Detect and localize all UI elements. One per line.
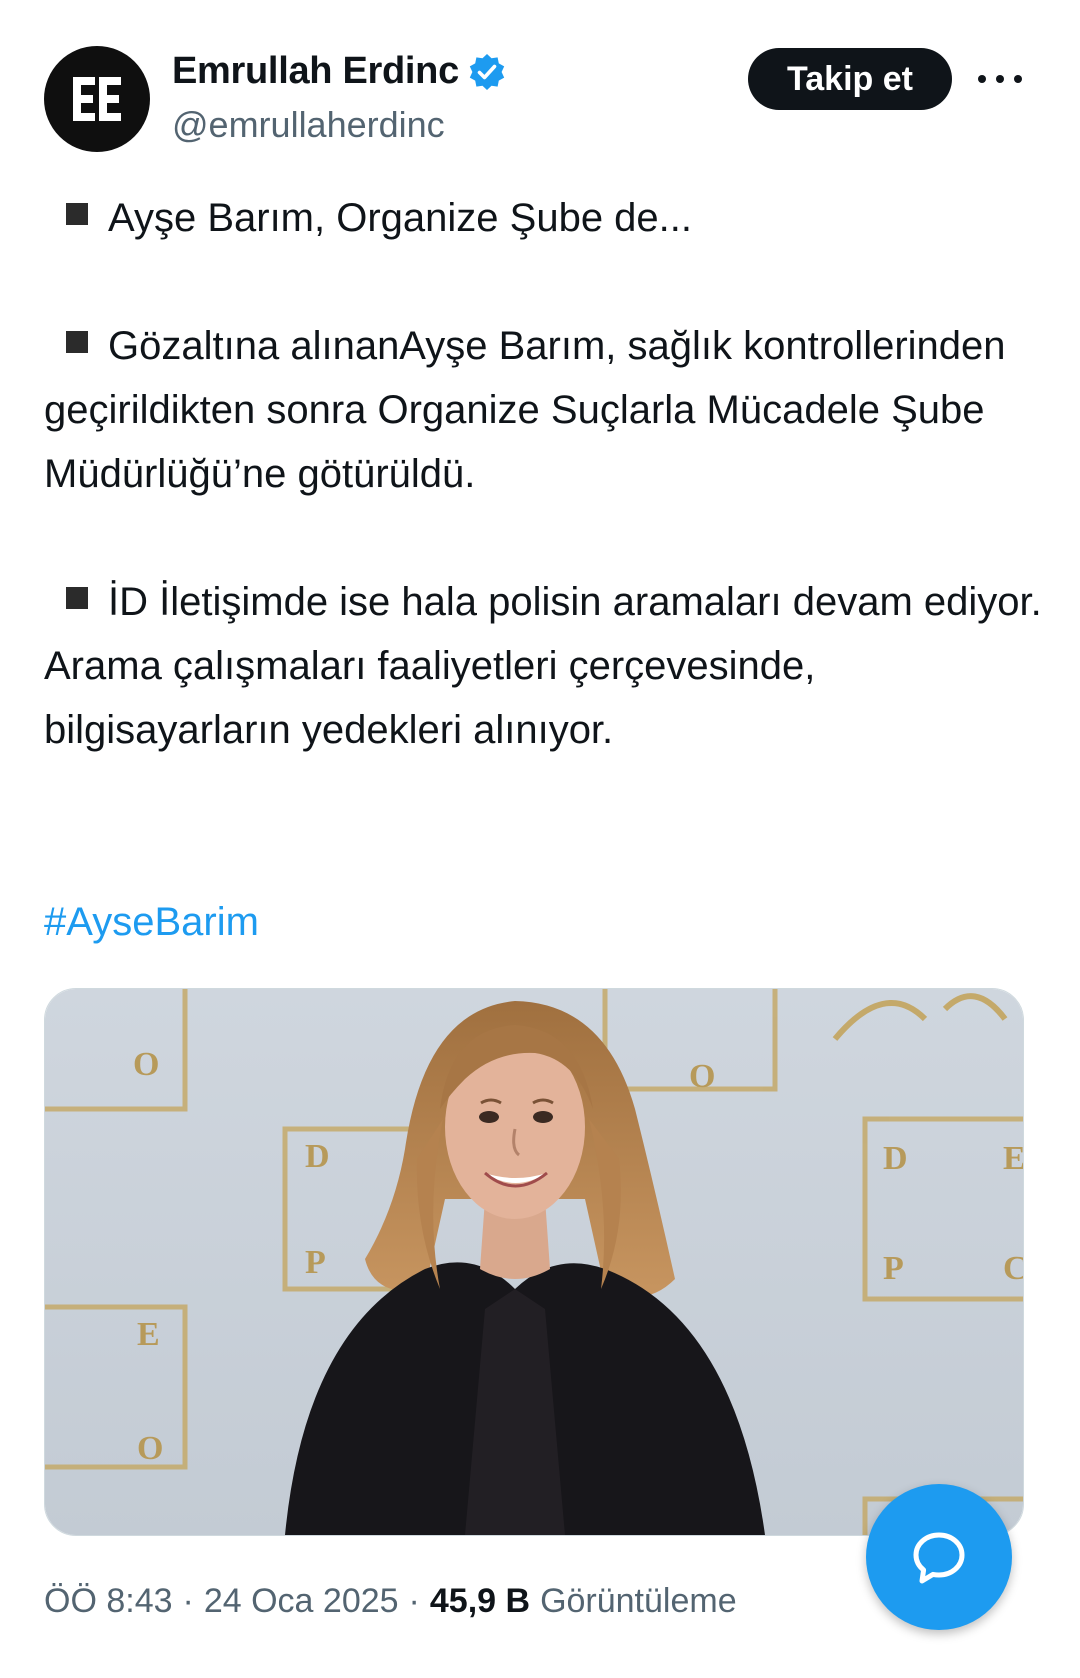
meta-separator: · <box>182 1582 194 1620</box>
more-dot <box>1014 75 1022 83</box>
tweet-text: Ayşe Barım, Organize Şube de... Gözaltın… <box>44 186 1044 826</box>
tweet-paragraph-text: Ayşe Barım, Organize Şube de... <box>108 196 693 240</box>
svg-text:P: P <box>883 1250 904 1287</box>
tweet-date[interactable]: 24 Oca 2025 <box>204 1582 399 1621</box>
tweet-paragraph: Ayşe Barım, Organize Şube de... <box>44 186 1044 250</box>
ee-logo-icon <box>73 77 121 121</box>
more-dot <box>996 75 1004 83</box>
svg-text:E: E <box>137 1316 160 1353</box>
square-bullet-icon <box>66 587 88 609</box>
compose-reply-icon <box>913 1532 965 1584</box>
svg-text:O: O <box>137 1430 163 1467</box>
svg-text:C: C <box>1003 1250 1023 1287</box>
tweet-paragraph: İD İletişimde ise hala polisin aramaları… <box>44 570 1044 762</box>
svg-text:D: D <box>305 1138 330 1175</box>
author-avatar[interactable] <box>44 46 150 152</box>
meta-separator: · <box>408 1582 420 1620</box>
author-name-row: Emrullah Erdinc <box>172 50 507 93</box>
author-name[interactable]: Emrullah Erdinc <box>172 50 459 93</box>
square-bullet-icon <box>66 331 88 353</box>
svg-text:O: O <box>133 1046 159 1083</box>
tweet-time[interactable]: ÖÖ 8:43 <box>44 1582 173 1621</box>
views-count: 45,9 B <box>429 1582 531 1620</box>
svg-text:D: D <box>883 1140 908 1177</box>
more-dot <box>978 75 986 83</box>
tweet-paragraph: Gözaltına alınanAyşe Barım, sağlık kontr… <box>44 314 1044 506</box>
svg-text:E: E <box>1003 1140 1023 1177</box>
tweet-paragraph-text: Gözaltına alınanAyşe Barım, sağlık kontr… <box>44 324 1006 496</box>
svg-text:P: P <box>305 1244 326 1281</box>
verified-badge-icon <box>467 52 507 92</box>
hashtag-link[interactable]: #AyseBarim <box>44 900 259 945</box>
views-label: Görüntüleme <box>540 1582 737 1620</box>
square-bullet-icon <box>66 203 88 225</box>
compose-reply-button[interactable] <box>866 1484 1012 1630</box>
more-options-icon[interactable] <box>978 64 1022 94</box>
author-handle[interactable]: @emrullaherdinc <box>172 104 445 146</box>
svg-text:O: O <box>689 1058 715 1095</box>
tweet-paragraph-text: İD İletişimde ise hala polisin aramaları… <box>44 580 1042 752</box>
tweet-meta: ÖÖ 8:43 · 24 Oca 2025 · 45,9 B Görüntüle… <box>44 1582 737 1621</box>
tweet-photo[interactable]: O D P E O O D P E C <box>44 988 1024 1536</box>
follow-button[interactable]: Takip et <box>748 48 952 110</box>
